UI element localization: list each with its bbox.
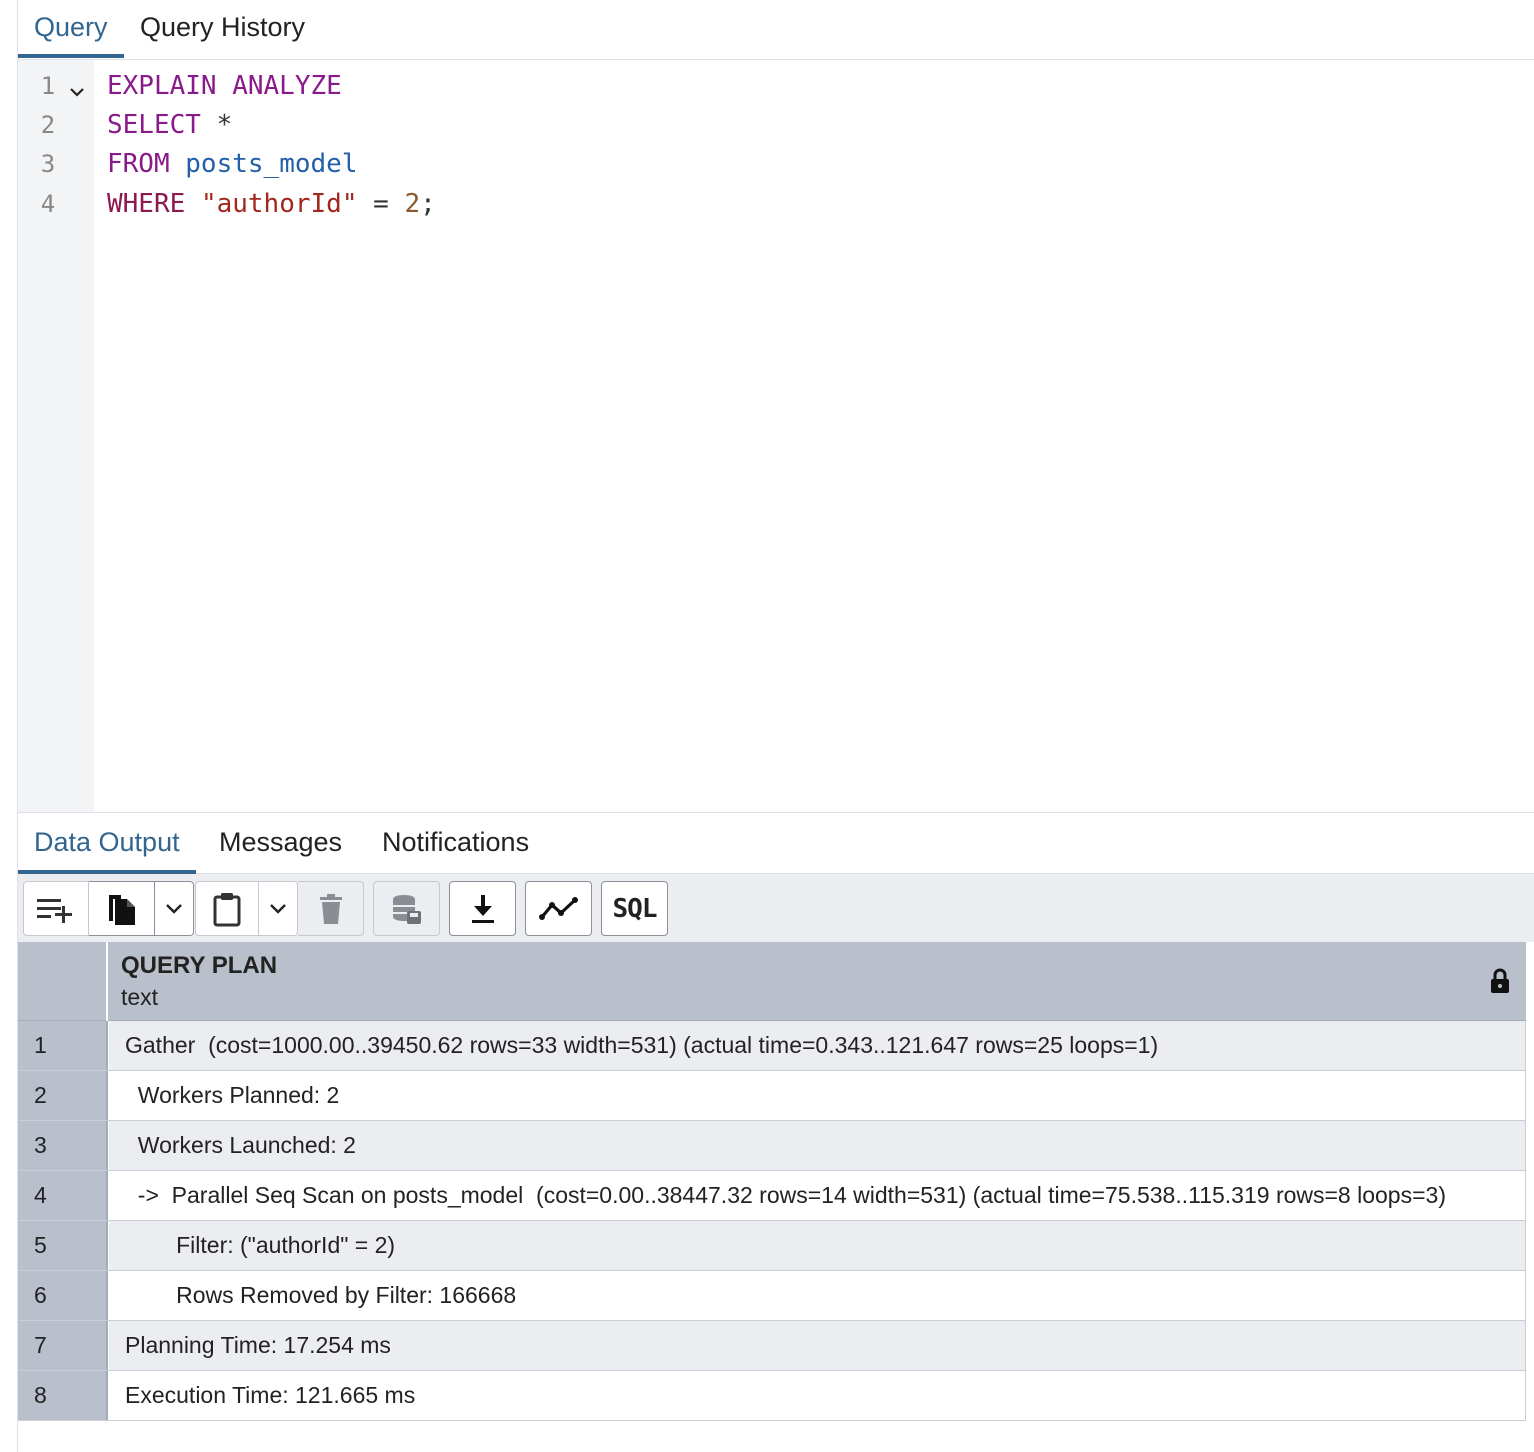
query-plan-cell[interactable]: Workers Planned: 2: [109, 1071, 1526, 1120]
table-row[interactable]: 3 Workers Launched: 2: [18, 1121, 1526, 1171]
table-row[interactable]: 8 Execution Time: 121.665 ms: [18, 1371, 1526, 1421]
row-number[interactable]: 6: [18, 1271, 108, 1320]
line-number: 1: [40, 72, 56, 100]
sql-button[interactable]: SQL: [601, 881, 668, 936]
line-number: 2: [40, 111, 56, 139]
editor-gutter: 1 2 3 4: [18, 60, 94, 812]
code-token: 2: [404, 189, 421, 219]
chevron-down-icon: [166, 903, 182, 914]
tab-notifications[interactable]: Notifications: [366, 813, 545, 874]
grid-corner[interactable]: [18, 942, 108, 1021]
table-row[interactable]: 6 Rows Removed by Filter: 166668: [18, 1271, 1526, 1321]
code-line: SELECT *: [107, 110, 232, 140]
query-plan-cell[interactable]: Rows Removed by Filter: 166668: [109, 1271, 1526, 1320]
copy-button[interactable]: [89, 881, 155, 936]
clipboard-icon: [213, 892, 241, 926]
row-number[interactable]: 3: [18, 1121, 108, 1170]
row-number[interactable]: 5: [18, 1221, 108, 1270]
line-chart-icon: [538, 896, 578, 920]
download-icon: [471, 894, 494, 923]
sql-icon: SQL: [612, 893, 658, 924]
code-line: WHERE "authorId" = 2;: [107, 189, 436, 219]
grid-header: QUERY PLAN text: [18, 942, 1526, 1021]
copy-options-button[interactable]: [155, 881, 194, 936]
query-plan-cell[interactable]: -> Parallel Seq Scan on posts_model (cos…: [109, 1171, 1526, 1220]
query-plan-cell[interactable]: Planning Time: 17.254 ms: [109, 1321, 1526, 1370]
code-line: FROM posts_model: [107, 149, 357, 179]
table-row[interactable]: 5 Filter: ("authorId" = 2): [18, 1221, 1526, 1271]
table-row[interactable]: 7 Planning Time: 17.254 ms: [18, 1321, 1526, 1371]
code-token: =: [357, 189, 405, 219]
table-row[interactable]: 4 -> Parallel Seq Scan on posts_model (c…: [18, 1171, 1526, 1221]
query-tabbar: Query Query History: [18, 0, 1534, 60]
code-token: FROM: [107, 149, 170, 179]
query-plan-cell[interactable]: Workers Launched: 2: [109, 1121, 1526, 1170]
row-number[interactable]: 4: [18, 1171, 108, 1220]
output-tabbar: Data Output Messages Notifications: [18, 812, 1534, 874]
paste-button[interactable]: [195, 881, 259, 936]
column-name[interactable]: QUERY PLAN: [121, 952, 277, 980]
code-token: WHERE: [107, 189, 186, 219]
sql-editor[interactable]: 1 2 3 4 EXPLAIN ANALYZE SELECT * FROM po…: [18, 60, 1534, 812]
query-tool-panel: Query Query History 1 2 3 4 EXPLAIN ANAL…: [17, 0, 1534, 1452]
fold-chevron-icon[interactable]: [68, 83, 86, 101]
tab-data-output[interactable]: Data Output: [18, 813, 196, 874]
code-token: *: [200, 110, 233, 140]
lock-icon: [1491, 968, 1509, 993]
row-number[interactable]: 8: [18, 1371, 108, 1420]
table-row[interactable]: 1 Gather (cost=1000.00..39450.62 rows=33 …: [18, 1021, 1526, 1071]
output-toolbar: SQL: [18, 874, 1534, 942]
query-plan-cell[interactable]: Execution Time: 121.665 ms: [109, 1371, 1526, 1420]
chevron-down-icon: [270, 903, 286, 914]
code-token: SELECT: [107, 110, 201, 140]
copy-icon: [108, 894, 135, 925]
add-row-icon: [37, 898, 72, 923]
save-data-button[interactable]: [373, 881, 440, 936]
tab-query-history[interactable]: Query History: [124, 0, 321, 58]
tab-query[interactable]: Query: [18, 0, 124, 58]
line-number: 3: [40, 150, 56, 178]
code-token: ;: [420, 189, 436, 219]
tab-messages[interactable]: Messages: [203, 813, 358, 874]
query-plan-cell[interactable]: Filter: ("authorId" = 2): [109, 1221, 1526, 1270]
code-token: "authorId": [200, 189, 358, 219]
row-number[interactable]: 2: [18, 1071, 108, 1120]
line-number: 4: [40, 190, 56, 218]
query-plan-cell[interactable]: Gather (cost=1000.00..39450.62 rows=33 w…: [109, 1021, 1526, 1070]
row-number[interactable]: 1: [18, 1021, 108, 1070]
delete-button[interactable]: [298, 881, 364, 936]
download-button[interactable]: [449, 881, 516, 936]
column-type: text: [121, 984, 159, 1010]
code-line: EXPLAIN ANALYZE: [107, 71, 342, 101]
table-row[interactable]: 2 Workers Planned: 2: [18, 1071, 1526, 1121]
code-token: EXPLAIN ANALYZE: [107, 71, 342, 101]
save-database-icon: [392, 894, 421, 924]
graph-visualiser-button[interactable]: [525, 881, 592, 936]
code-token: posts_model: [185, 149, 358, 179]
add-row-button[interactable]: [23, 881, 89, 936]
row-number[interactable]: 7: [18, 1321, 108, 1370]
trash-icon: [319, 893, 342, 924]
paste-options-button[interactable]: [259, 881, 298, 936]
